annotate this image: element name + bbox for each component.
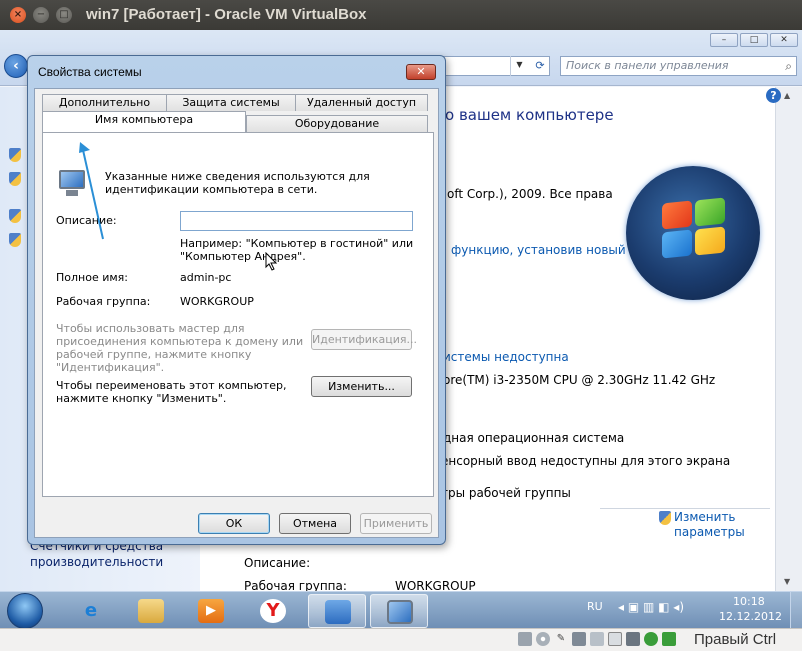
media-player-icon: ▶ <box>198 599 224 623</box>
search-input[interactable]: Поиск в панели управления ⌕ <box>560 56 797 76</box>
tab-hardware[interactable]: Оборудование <box>246 115 428 132</box>
tab-advanced[interactable]: Дополнительно <box>42 94 167 111</box>
dialog-title: Свойства системы <box>38 65 142 79</box>
vm-screen: – □ ✕ ‹ ▼ ⟳ Поиск в панели управления ⌕ … <box>0 30 802 591</box>
cp-close-button[interactable]: ✕ <box>770 33 798 47</box>
tab-computer-name[interactable]: Имя компьютера <box>42 111 246 132</box>
copyright-text: oft Corp.), 2009. Все права <box>447 187 613 201</box>
window-minimize-button[interactable]: − <box>33 7 49 23</box>
keyboard-capture-icon[interactable] <box>662 632 676 646</box>
address-dropdown-button[interactable]: ▼ <box>510 56 528 76</box>
show-desktop-button[interactable] <box>790 592 802 629</box>
tab-system-protection[interactable]: Защита системы <box>166 94 296 111</box>
taskbar-system-properties[interactable] <box>370 594 428 628</box>
cp-workgroup-label: Рабочая группа: <box>244 579 347 591</box>
full-name-label: Полное имя: <box>56 271 128 284</box>
cp-maximize-button[interactable]: □ <box>740 33 768 47</box>
workgroup-label: Рабочая группа: <box>56 295 151 308</box>
taskbar-explorer[interactable] <box>122 594 180 628</box>
processor-value: ore(TM) i3-2350M CPU @ 2.30GHz 11.42 GHz <box>443 373 716 387</box>
change-settings-link[interactable]: Изменить параметры <box>674 510 745 540</box>
hard-disk-icon[interactable] <box>518 632 532 646</box>
cp-scrollbar[interactable]: ▲ ▼ <box>775 87 802 591</box>
help-icon[interactable]: ? <box>766 88 781 103</box>
annotation-arrow <box>79 142 104 240</box>
ok-button[interactable]: ОК <box>198 513 270 534</box>
dialog-close-button[interactable]: ✕ <box>406 64 436 80</box>
system-properties-dialog: Свойства системы ✕ Дополнительно Защита … <box>27 55 446 545</box>
yandex-icon: Y <box>260 599 286 623</box>
cp-heading: о вашем компьютере <box>445 106 614 124</box>
back-button[interactable]: ‹ <box>4 54 28 78</box>
host-titlebar: × − □ win7 [Работает] - Oracle VM Virtua… <box>0 0 802 30</box>
cp-description-label: Описание: <box>244 556 311 570</box>
pen-touch-value: енсорный ввод недоступны для этого экран… <box>441 454 731 468</box>
os-type-value: дная операционная система <box>443 431 625 445</box>
shield-icon <box>9 148 21 162</box>
host-key-label: Правый Ctrl <box>694 631 777 648</box>
scroll-up-icon[interactable]: ▲ <box>784 91 790 100</box>
taskbar-control-panel[interactable] <box>308 594 366 628</box>
rename-instructions: Чтобы переименовать этот компьютер, нажм… <box>56 379 287 405</box>
section-divider <box>600 508 770 509</box>
tab-remote[interactable]: Удаленный доступ <box>295 94 428 111</box>
refresh-button[interactable]: ⟳ <box>530 56 550 76</box>
clock-time[interactable]: 10:18 <box>733 595 765 608</box>
shared-folders-icon[interactable] <box>572 632 586 646</box>
description-example: Например: "Компьютер в гостиной" или "Ко… <box>180 237 414 263</box>
vbox-status-icons: ✎ <box>518 632 676 646</box>
identify-button[interactable]: Идентификация... <box>311 329 417 350</box>
search-icon: ⌕ <box>785 59 792 73</box>
computer-icon <box>387 600 413 624</box>
rating-link[interactable]: истемы недоступна <box>443 350 569 364</box>
description-input[interactable] <box>180 211 413 231</box>
optical-drive-icon[interactable] <box>536 632 550 646</box>
taskbar: e ▶ Y RU ◂ ▣ ▥ ◧ ◂) 10:18 12.12.2012 <box>0 591 802 629</box>
change-settings-shield-icon <box>659 511 671 525</box>
scroll-down-icon[interactable]: ▼ <box>784 577 790 586</box>
identify-instructions: Чтобы использовать мастер для присоедине… <box>56 322 304 374</box>
language-indicator[interactable]: RU <box>587 600 603 613</box>
window-title: win7 [Работает] - Oracle VM VirtualBox <box>86 6 367 23</box>
cp-minimize-button[interactable]: – <box>710 33 738 47</box>
display-icon[interactable] <box>590 632 604 646</box>
mouse-integration-icon[interactable] <box>644 632 658 646</box>
shield-icon <box>9 209 21 223</box>
internet-explorer-icon: e <box>84 600 98 621</box>
apply-button[interactable]: Применить <box>360 513 432 534</box>
clock-date[interactable]: 12.12.2012 <box>719 610 782 623</box>
more-features-link[interactable]: функцию, установив новый <box>451 243 626 257</box>
shield-icon <box>9 233 21 247</box>
control-panel-icon <box>325 600 351 624</box>
workgroup-value: WORKGROUP <box>180 295 254 308</box>
tray-icons[interactable]: ◂ ▣ ▥ ◧ ◂) <box>618 600 684 614</box>
cp-window-buttons: – □ ✕ <box>710 33 798 47</box>
video-capture-icon[interactable] <box>626 632 640 646</box>
full-name-value: admin-pc <box>180 271 232 284</box>
intro-text: Указанные ниже сведения используются для… <box>105 170 370 196</box>
shield-icon <box>9 172 21 186</box>
windows-logo <box>626 166 760 300</box>
workgroup-section-title: тры рабочей группы <box>441 486 571 500</box>
taskbar-yandex[interactable]: Y <box>244 594 302 628</box>
change-name-button[interactable]: Изменить... <box>311 376 412 397</box>
window-close-button[interactable]: × <box>10 7 26 23</box>
taskbar-media-player[interactable]: ▶ <box>182 594 240 628</box>
window-maximize-button[interactable]: □ <box>56 7 72 23</box>
cancel-button[interactable]: Отмена <box>279 513 351 534</box>
search-placeholder: Поиск в панели управления <box>566 59 729 72</box>
folder-icon <box>138 599 164 623</box>
network-icon[interactable] <box>608 632 622 646</box>
taskbar-ie[interactable]: e <box>62 594 120 628</box>
mouse-cursor-icon <box>265 252 278 271</box>
cp-workgroup-value: WORKGROUP <box>395 579 476 591</box>
vbox-status-bar: ✎ Правый Ctrl <box>0 628 802 651</box>
usb-icon[interactable]: ✎ <box>554 632 568 646</box>
start-button[interactable] <box>3 592 47 629</box>
